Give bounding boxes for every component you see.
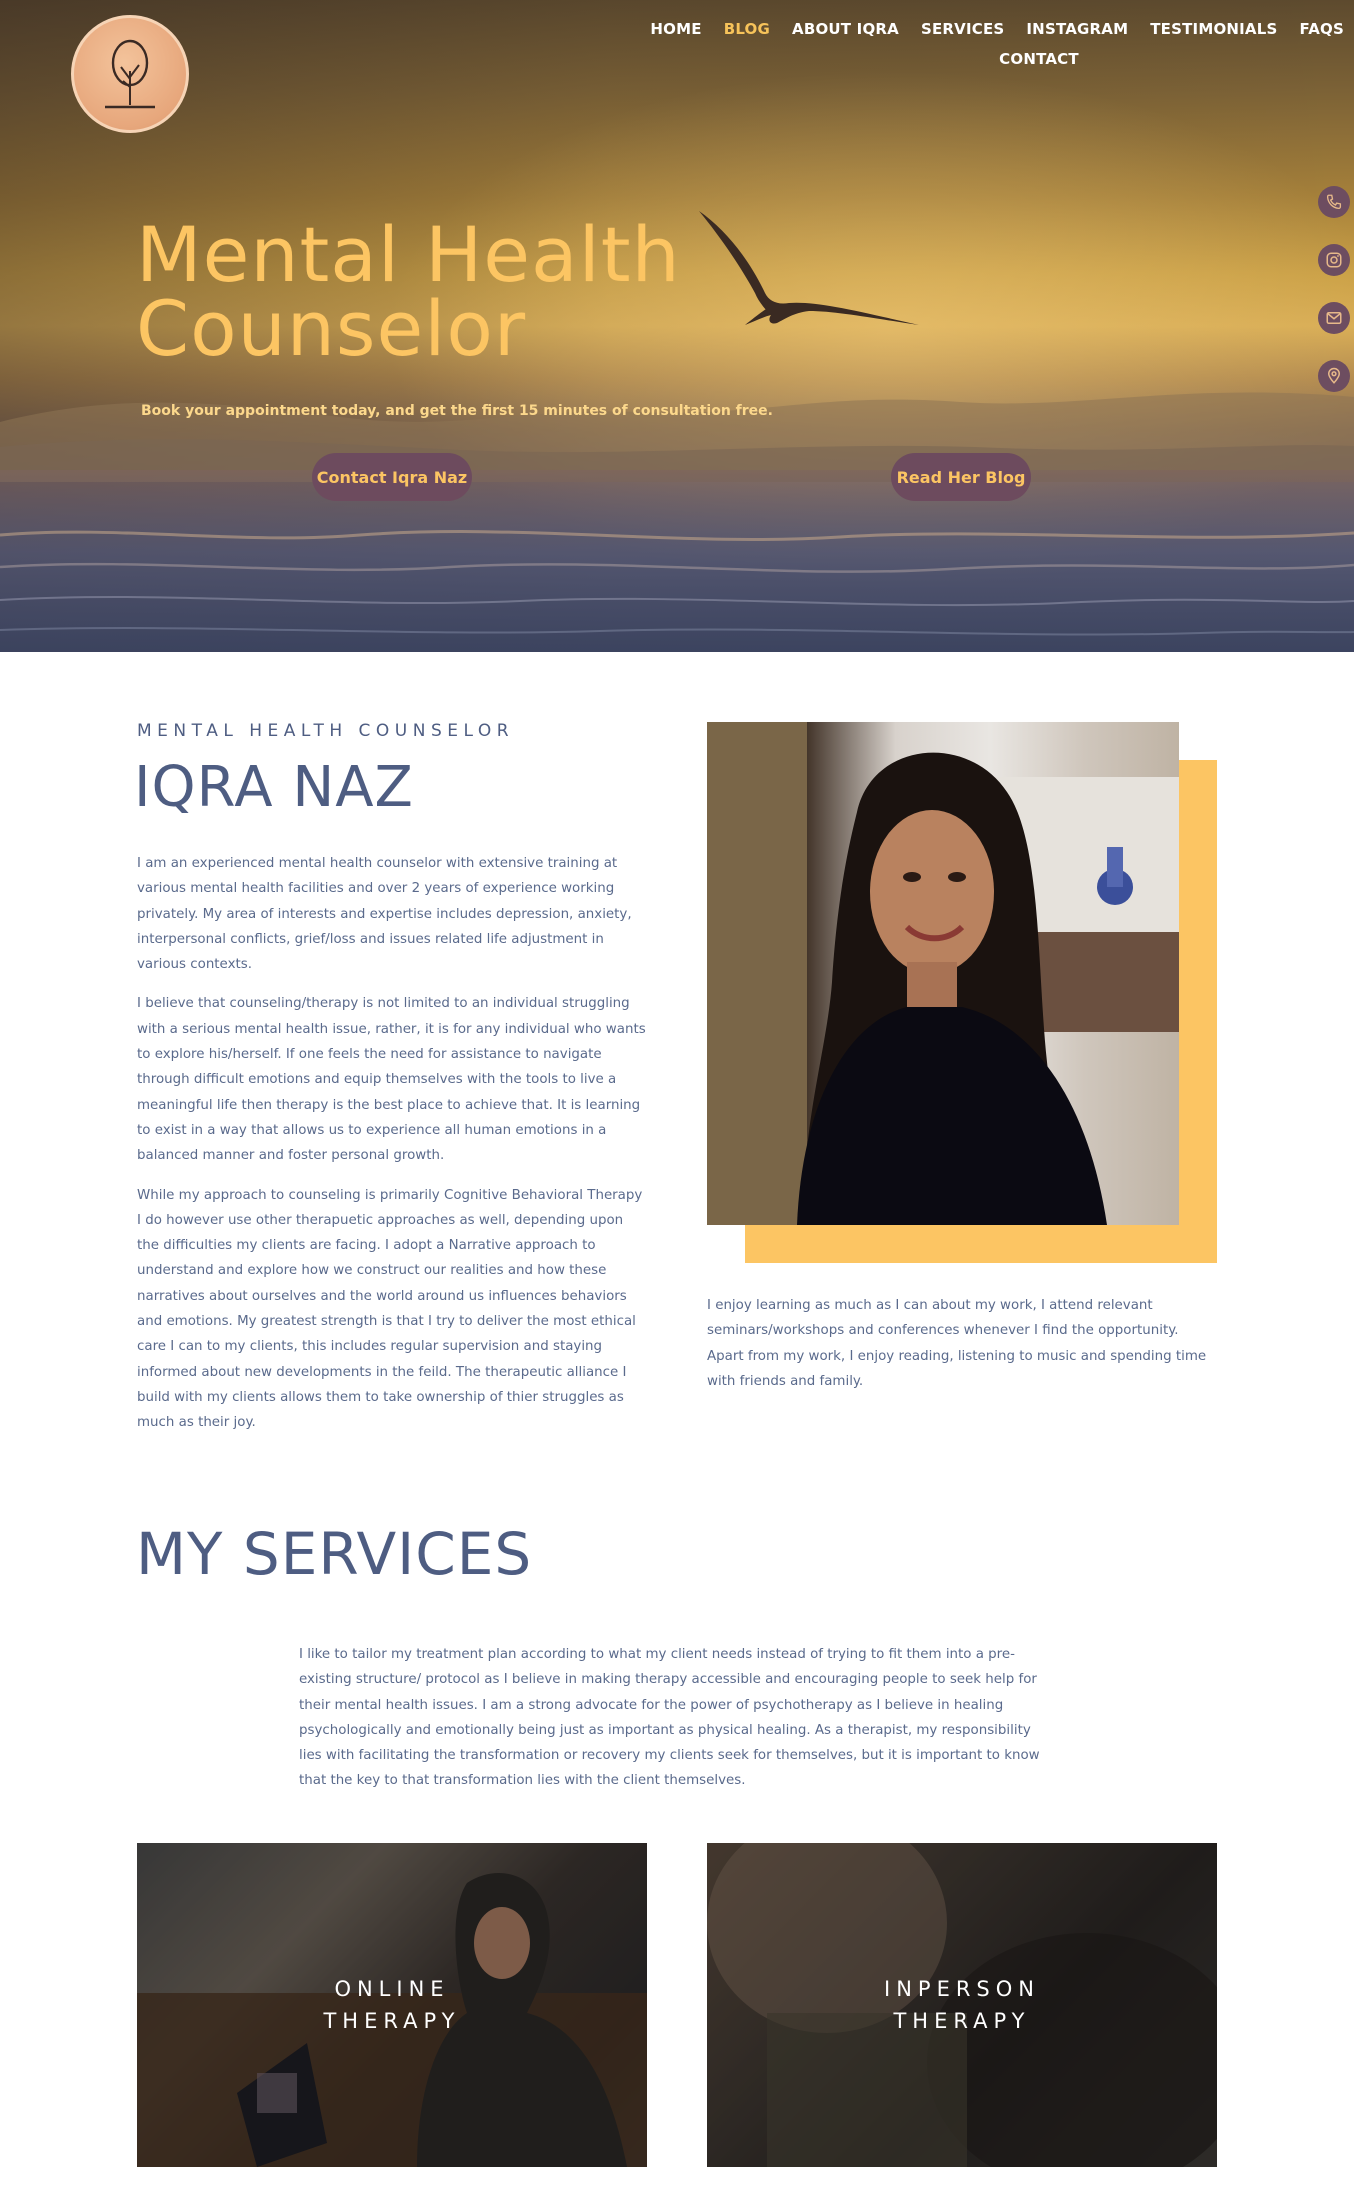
phone-button[interactable] [1318, 186, 1350, 218]
mail-icon [1326, 312, 1342, 324]
nav-instagram[interactable]: INSTAGRAM [1026, 20, 1128, 38]
about-paragraph: I believe that counseling/therapy is not… [137, 996, 646, 1164]
instagram-icon [1326, 252, 1342, 268]
inperson-therapy-label: INPERSON THERAPY [884, 1973, 1040, 2037]
nav-testimonials[interactable]: TESTIMONIALS [1150, 20, 1277, 38]
hero-subtitle: Book your appointment today, and get the… [141, 403, 773, 419]
card-label-line1: INPERSON [884, 1977, 1040, 2001]
about-paragraph: I am an experienced mental health counse… [137, 856, 632, 973]
card-label-line1: ONLINE [334, 1977, 450, 2001]
social-sidebar [1318, 186, 1350, 392]
hero-mountains [0, 392, 1354, 482]
hobbies-text: I enjoy learning as much as I can about … [707, 1293, 1217, 1394]
contact-button[interactable]: Contact Iqra Naz [312, 453, 472, 501]
card-label-line2: THERAPY [893, 2009, 1031, 2033]
online-therapy-card[interactable]: ONLINE THERAPY [137, 1843, 647, 2167]
about-text: I am an experienced mental health counse… [137, 851, 649, 1450]
bird-illustration [699, 211, 919, 325]
hero-title-line2: Counselor [136, 284, 527, 373]
counselor-name: IQRA NAZ [134, 755, 414, 820]
nav-blog[interactable]: BLOG [724, 20, 770, 38]
about-paragraph: While my approach to counseling is prima… [137, 1187, 643, 1431]
portrait-illustration [707, 722, 1179, 1225]
counselor-photo [707, 722, 1179, 1225]
services-intro: I like to tailor my treatment plan accor… [299, 1642, 1051, 1794]
inperson-therapy-card[interactable]: INPERSON THERAPY [707, 1843, 1217, 2167]
instagram-button[interactable] [1318, 244, 1350, 276]
hero-section: HOME BLOG ABOUT IQRA SERVICES INSTAGRAM … [0, 0, 1354, 652]
nav-services[interactable]: SERVICES [921, 20, 1004, 38]
tree-logo-icon [105, 39, 155, 109]
nav-faqs[interactable]: FAQS [1300, 20, 1345, 38]
read-blog-button[interactable]: Read Her Blog [891, 453, 1031, 501]
card-label-line2: THERAPY [323, 2009, 461, 2033]
location-button[interactable] [1318, 360, 1350, 392]
main-nav: HOME BLOG ABOUT IQRA SERVICES INSTAGRAM … [644, 20, 1344, 68]
site-logo[interactable] [71, 15, 189, 133]
about-eyebrow: MENTAL HEALTH COUNSELOR [137, 721, 515, 741]
online-therapy-label: ONLINE THERAPY [323, 1973, 460, 2037]
nav-about[interactable]: ABOUT IQRA [792, 20, 899, 38]
hero-title: Mental Health Counselor [136, 210, 681, 373]
nav-contact[interactable]: CONTACT [999, 50, 1079, 68]
nav-home[interactable]: HOME [650, 20, 701, 38]
services-paragraph: I like to tailor my treatment plan accor… [299, 1647, 1040, 1789]
location-icon [1327, 367, 1341, 384]
phone-icon [1326, 194, 1342, 210]
services-title: MY SERVICES [136, 1520, 533, 1588]
hero-title-line1: Mental Health [136, 210, 681, 299]
email-button[interactable] [1318, 302, 1350, 334]
hero-waves [0, 530, 1354, 636]
hobbies-paragraph: I enjoy learning as much as I can about … [707, 1298, 1207, 1389]
